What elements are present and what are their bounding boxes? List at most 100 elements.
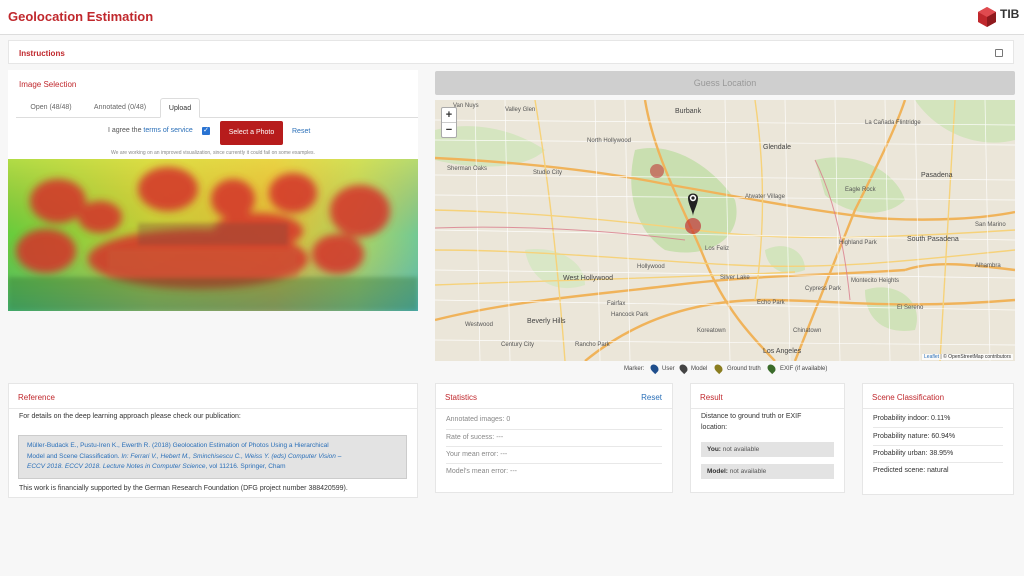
citation-line: Model and Scene Classification. In: Ferr…	[27, 452, 398, 463]
scene-value: natural	[927, 467, 949, 474]
divider	[446, 446, 662, 447]
stat-label: Model's mean error:	[446, 468, 509, 475]
statistics-reset-link[interactable]: Reset	[641, 393, 662, 402]
map-view[interactable]: Van Nuys Valley Glen Burbank North Holly…	[435, 100, 1015, 361]
scene-label: Probability urban:	[873, 450, 928, 457]
map-label: Los Feliz	[705, 246, 730, 252]
instructions-title[interactable]: Instructions	[19, 49, 65, 58]
terms-link[interactable]: terms of service	[143, 127, 192, 134]
map-label: Koreatown	[697, 328, 726, 334]
statistics-title: Statistics	[445, 393, 478, 402]
map-label: Silver Lake	[720, 275, 750, 281]
divider	[863, 408, 1013, 409]
map-label: Eagle Rock	[845, 187, 876, 193]
tab-open[interactable]: Open (48/48)	[22, 98, 80, 118]
legend-marker-label: Marker:	[624, 366, 645, 372]
stat-row: Model's mean error: ---	[446, 468, 517, 475]
stat-value: ---	[500, 451, 508, 458]
image-tabs: Open (48/48) Annotated (0/48) Upload	[16, 98, 418, 118]
legend-exif: EXIF (if available)	[780, 366, 828, 372]
scene-value: 60.94%	[931, 433, 956, 440]
map-label: Cypress Park	[805, 286, 842, 292]
map-label: Los Angeles	[763, 348, 802, 355]
map-label: Rancho Park	[575, 342, 610, 348]
stat-value: ---	[496, 434, 504, 441]
app-title: Geolocation Estimation	[8, 9, 154, 24]
map-label: North Hollywood	[587, 138, 632, 144]
map-label: Alhambra	[975, 263, 1001, 269]
reference-title: Reference	[18, 393, 55, 402]
divider	[873, 462, 1003, 463]
scene-value: 38.95%	[929, 450, 954, 457]
select-photo-button[interactable]: Select a Photo	[220, 121, 283, 145]
agree-text: I agree the terms of service	[108, 127, 193, 134]
stat-value: ---	[509, 468, 517, 475]
map-label: El Sereno	[897, 305, 924, 311]
zoom-control[interactable]: + −	[441, 107, 457, 138]
map-label: Studio City	[533, 170, 563, 176]
divider	[873, 427, 1003, 428]
map-label: Glendale	[763, 144, 792, 151]
map-tiles[interactable]	[435, 100, 1015, 361]
reference-intro: For details on the deep learning approac…	[19, 413, 241, 420]
stat-row: Rate of sucess: ---	[446, 434, 503, 441]
model-legend-icon	[677, 362, 690, 375]
legend-user: User	[662, 366, 675, 372]
divider	[446, 463, 662, 464]
citation-part: , vol 11216. Springer, Cham	[205, 463, 286, 470]
map-label: Hollywood	[637, 264, 665, 270]
scene-row: Probability nature: 60.94%	[873, 433, 955, 440]
image-selection-title: Image Selection	[19, 80, 77, 89]
map-label: Westwood	[465, 322, 493, 328]
upload-reset-link[interactable]: Reset	[292, 128, 310, 135]
map-label: Sherman Oaks	[447, 166, 488, 172]
scene-label: Predicted scene:	[873, 467, 926, 474]
collapse-icon[interactable]	[995, 49, 1003, 57]
model-label: Model:	[707, 468, 728, 475]
distance-label: Distance to ground truth or EXIF	[701, 413, 802, 420]
map-label: Century City	[501, 342, 535, 348]
divider	[446, 429, 662, 430]
leaflet-link[interactable]: Leaflet	[924, 354, 939, 360]
citation-link[interactable]: Müller-Budack E., Pustu-Iren K., Ewerth …	[18, 435, 407, 479]
map-label: San Marino	[975, 222, 1006, 228]
map-attribution: Leaflet | © OpenStreetMap contributors	[922, 354, 1013, 360]
scene-label: Probability indoor:	[873, 415, 930, 422]
map-label: Fairfax	[607, 301, 626, 307]
scene-label: Probability nature:	[873, 433, 930, 440]
stat-label: Rate of sucess:	[446, 434, 495, 441]
divider	[9, 408, 417, 409]
reference-panel: Reference For details on the deep learni…	[8, 383, 418, 498]
map-label: Atwater Village	[745, 194, 785, 200]
map-label: Pasadena	[921, 172, 953, 179]
map-label: Echo Park	[757, 300, 785, 306]
stat-label: Annotated images:	[446, 416, 505, 423]
zoom-out-button[interactable]: −	[442, 123, 456, 138]
map-label: Beverly Hills	[527, 318, 566, 325]
map-label: Highland Park	[839, 240, 877, 246]
guess-location-button[interactable]: Guess Location	[435, 71, 1015, 95]
tab-upload[interactable]: Upload	[160, 98, 200, 118]
map-label: Valley Glen	[505, 107, 536, 113]
visualization-notice: We are working on an improved visualizat…	[111, 150, 315, 156]
instructions-panel[interactable]: Instructions	[8, 40, 1014, 64]
exif-marker-icon	[765, 362, 778, 375]
tab-annotated[interactable]: Annotated (0/48)	[84, 98, 156, 118]
stat-label: Your mean error:	[446, 451, 499, 458]
legend-model: Model	[691, 366, 708, 372]
you-value: not available	[720, 446, 760, 453]
zoom-in-button[interactable]: +	[442, 108, 456, 123]
citation-line: Müller-Budack E., Pustu-Iren K., Ewerth …	[27, 442, 329, 449]
ground-truth-marker-icon	[712, 362, 725, 375]
citation-part: In: Ferrari V., Hebert M., Sminchisescu …	[121, 452, 342, 460]
citation-line: ECCV 2018. ECCV 2018. Lecture Notes in C…	[27, 462, 398, 473]
divider	[873, 445, 1003, 446]
citation-part: Model and Scene Classification.	[27, 452, 122, 460]
statistics-panel: Statistics Reset Annotated images: 0 Rat…	[435, 383, 673, 493]
map-label: La Cañada Flintridge	[865, 120, 921, 126]
map-label: West Hollywood	[563, 275, 614, 282]
scene-title: Scene Classification	[872, 393, 945, 402]
scene-row: Predicted scene: natural	[873, 467, 949, 474]
agree-checkbox[interactable]: ✓	[202, 127, 210, 135]
user-marker-icon	[648, 362, 661, 375]
